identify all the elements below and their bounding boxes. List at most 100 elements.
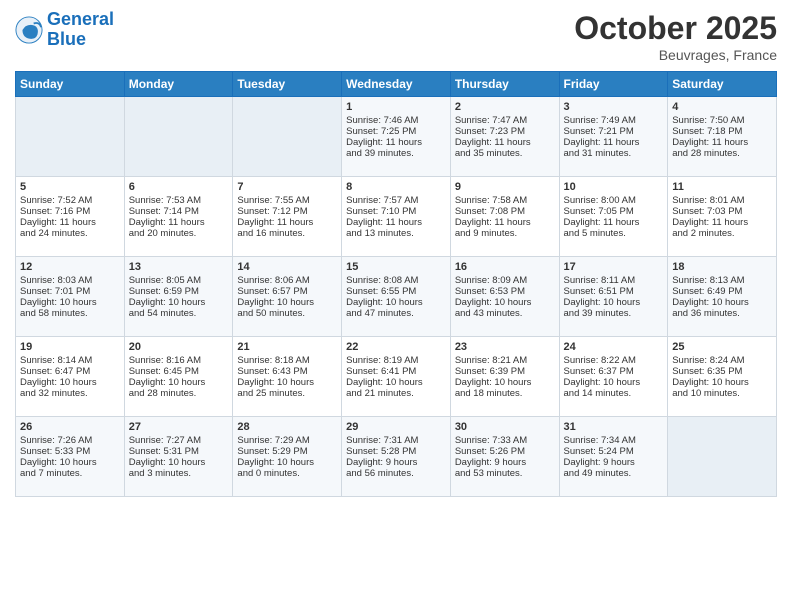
- calendar-container: General Blue October 2025 Beuvrages, Fra…: [0, 0, 792, 507]
- day-info: Sunrise: 7:57 AM: [346, 195, 446, 206]
- day-info: Sunrise: 7:55 AM: [237, 195, 337, 206]
- day-info: and 2 minutes.: [672, 228, 772, 239]
- day-number: 30: [455, 421, 555, 433]
- day-info: and 47 minutes.: [346, 308, 446, 319]
- day-number: 2: [455, 101, 555, 113]
- calendar-cell: 21Sunrise: 8:18 AMSunset: 6:43 PMDayligh…: [233, 337, 342, 417]
- day-info: and 32 minutes.: [20, 388, 120, 399]
- day-info: Sunset: 7:10 PM: [346, 206, 446, 217]
- title-block: October 2025 Beuvrages, France: [574, 10, 777, 63]
- day-info: and 9 minutes.: [455, 228, 555, 239]
- day-info: Sunrise: 7:49 AM: [564, 115, 664, 126]
- calendar-cell: 20Sunrise: 8:16 AMSunset: 6:45 PMDayligh…: [124, 337, 233, 417]
- calendar-cell: 24Sunrise: 8:22 AMSunset: 6:37 PMDayligh…: [559, 337, 668, 417]
- col-friday: Friday: [559, 72, 668, 97]
- calendar-cell: 27Sunrise: 7:27 AMSunset: 5:31 PMDayligh…: [124, 417, 233, 497]
- day-info: Sunrise: 8:00 AM: [564, 195, 664, 206]
- col-sunday: Sunday: [16, 72, 125, 97]
- day-info: and 39 minutes.: [346, 148, 446, 159]
- day-info: Sunrise: 8:05 AM: [129, 275, 229, 286]
- week-row-2: 12Sunrise: 8:03 AMSunset: 7:01 PMDayligh…: [16, 257, 777, 337]
- day-number: 11: [672, 181, 772, 193]
- day-info: Daylight: 11 hours: [564, 137, 664, 148]
- day-info: Sunrise: 7:26 AM: [20, 435, 120, 446]
- day-number: 20: [129, 341, 229, 353]
- day-info: Sunset: 7:18 PM: [672, 126, 772, 137]
- day-number: 9: [455, 181, 555, 193]
- day-info: and 7 minutes.: [20, 468, 120, 479]
- calendar-cell: 11Sunrise: 8:01 AMSunset: 7:03 PMDayligh…: [668, 177, 777, 257]
- day-info: Sunset: 7:23 PM: [455, 126, 555, 137]
- day-info: Sunset: 5:26 PM: [455, 446, 555, 457]
- day-number: 24: [564, 341, 664, 353]
- day-info: and 13 minutes.: [346, 228, 446, 239]
- day-info: Daylight: 10 hours: [129, 377, 229, 388]
- day-info: Daylight: 9 hours: [455, 457, 555, 468]
- calendar-cell: 4Sunrise: 7:50 AMSunset: 7:18 PMDaylight…: [668, 97, 777, 177]
- day-info: Sunset: 6:59 PM: [129, 286, 229, 297]
- day-info: and 20 minutes.: [129, 228, 229, 239]
- day-info: Daylight: 10 hours: [129, 297, 229, 308]
- day-info: and 39 minutes.: [564, 308, 664, 319]
- week-row-1: 5Sunrise: 7:52 AMSunset: 7:16 PMDaylight…: [16, 177, 777, 257]
- day-info: Sunrise: 7:58 AM: [455, 195, 555, 206]
- day-number: 8: [346, 181, 446, 193]
- day-number: 5: [20, 181, 120, 193]
- day-number: 26: [20, 421, 120, 433]
- day-number: 31: [564, 421, 664, 433]
- calendar-cell: 13Sunrise: 8:05 AMSunset: 6:59 PMDayligh…: [124, 257, 233, 337]
- calendar-cell: 19Sunrise: 8:14 AMSunset: 6:47 PMDayligh…: [16, 337, 125, 417]
- day-number: 17: [564, 261, 664, 273]
- day-info: Sunset: 7:14 PM: [129, 206, 229, 217]
- day-info: and 14 minutes.: [564, 388, 664, 399]
- day-info: and 0 minutes.: [237, 468, 337, 479]
- day-number: 4: [672, 101, 772, 113]
- day-info: and 18 minutes.: [455, 388, 555, 399]
- day-info: Sunrise: 7:29 AM: [237, 435, 337, 446]
- day-number: 29: [346, 421, 446, 433]
- day-info: Sunset: 5:29 PM: [237, 446, 337, 457]
- day-number: 6: [129, 181, 229, 193]
- day-info: Daylight: 10 hours: [237, 377, 337, 388]
- day-info: Daylight: 10 hours: [455, 297, 555, 308]
- day-number: 28: [237, 421, 337, 433]
- day-info: Daylight: 10 hours: [564, 377, 664, 388]
- logo-text: General Blue: [47, 10, 114, 50]
- month-title: October 2025: [574, 10, 777, 47]
- day-info: Daylight: 9 hours: [564, 457, 664, 468]
- day-info: and 49 minutes.: [564, 468, 664, 479]
- day-info: and 3 minutes.: [129, 468, 229, 479]
- day-number: 14: [237, 261, 337, 273]
- day-info: and 56 minutes.: [346, 468, 446, 479]
- day-info: Daylight: 11 hours: [455, 217, 555, 228]
- day-info: Sunrise: 7:47 AM: [455, 115, 555, 126]
- day-info: Daylight: 11 hours: [455, 137, 555, 148]
- day-info: and 58 minutes.: [20, 308, 120, 319]
- location: Beuvrages, France: [574, 47, 777, 63]
- col-wednesday: Wednesday: [342, 72, 451, 97]
- day-number: 19: [20, 341, 120, 353]
- day-info: Sunrise: 8:22 AM: [564, 355, 664, 366]
- day-info: and 28 minutes.: [129, 388, 229, 399]
- day-info: Sunrise: 7:46 AM: [346, 115, 446, 126]
- day-info: Sunset: 5:33 PM: [20, 446, 120, 457]
- day-info: and 10 minutes.: [672, 388, 772, 399]
- calendar-cell: 7Sunrise: 7:55 AMSunset: 7:12 PMDaylight…: [233, 177, 342, 257]
- day-info: Sunrise: 7:53 AM: [129, 195, 229, 206]
- calendar-cell: 12Sunrise: 8:03 AMSunset: 7:01 PMDayligh…: [16, 257, 125, 337]
- day-info: Sunrise: 8:11 AM: [564, 275, 664, 286]
- day-number: 1: [346, 101, 446, 113]
- day-info: Daylight: 10 hours: [346, 377, 446, 388]
- day-info: Sunset: 6:43 PM: [237, 366, 337, 377]
- day-number: 12: [20, 261, 120, 273]
- day-info: Daylight: 10 hours: [20, 377, 120, 388]
- day-number: 21: [237, 341, 337, 353]
- day-info: Sunrise: 8:06 AM: [237, 275, 337, 286]
- week-row-0: 1Sunrise: 7:46 AMSunset: 7:25 PMDaylight…: [16, 97, 777, 177]
- day-info: Sunset: 5:24 PM: [564, 446, 664, 457]
- day-info: Daylight: 10 hours: [564, 297, 664, 308]
- day-info: Sunrise: 8:14 AM: [20, 355, 120, 366]
- day-info: Daylight: 9 hours: [346, 457, 446, 468]
- logo: General Blue: [15, 10, 114, 50]
- calendar-cell: 22Sunrise: 8:19 AMSunset: 6:41 PMDayligh…: [342, 337, 451, 417]
